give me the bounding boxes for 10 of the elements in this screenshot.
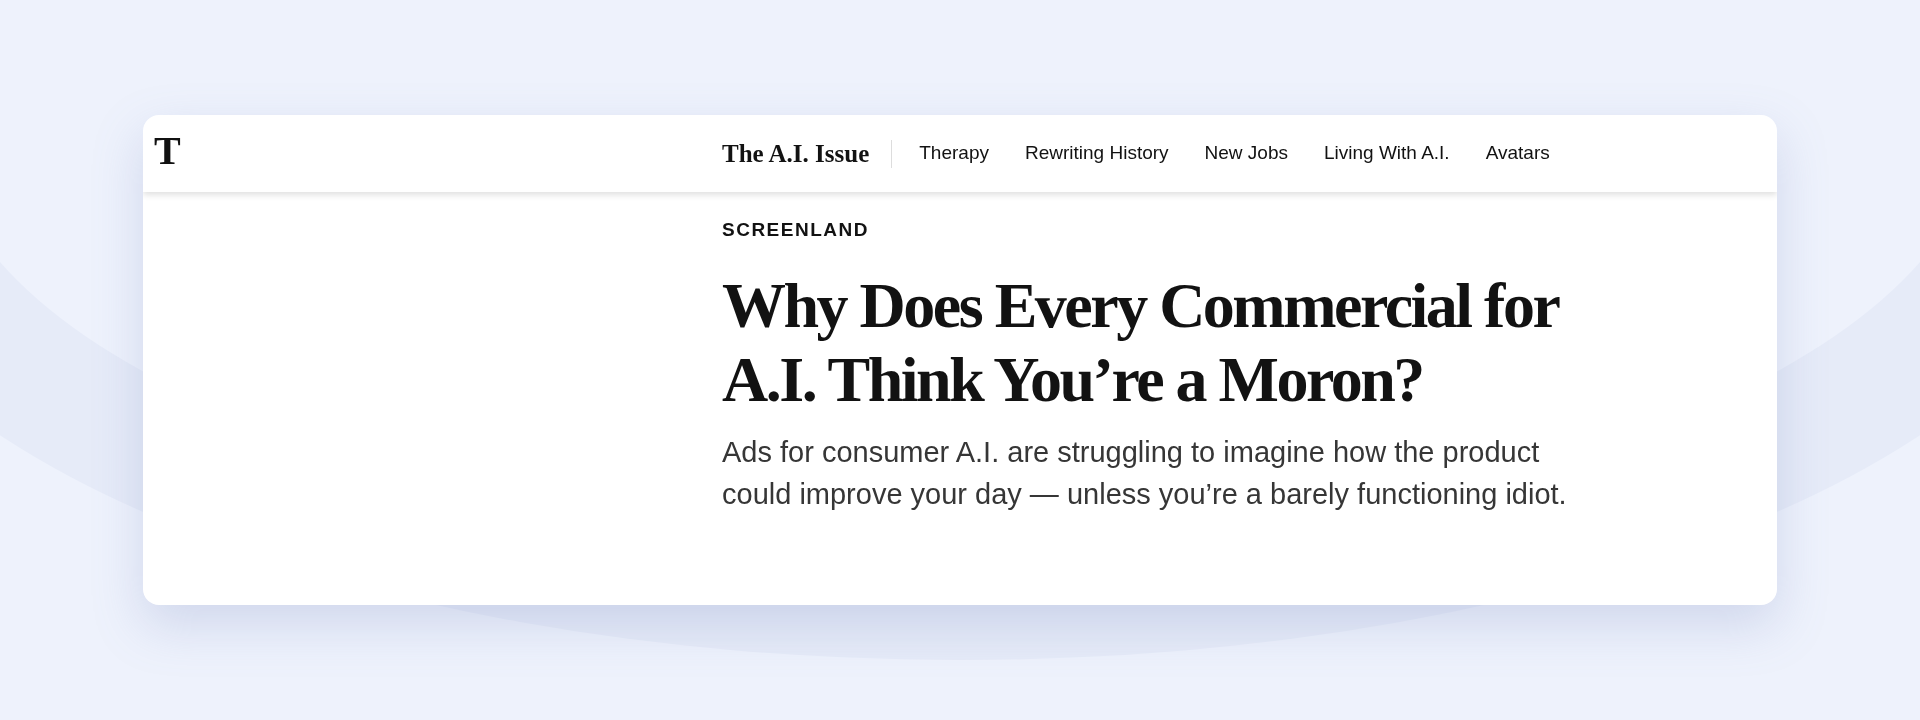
nav-link[interactable]: Therapy [919, 139, 989, 168]
section-title-link[interactable]: The A.I. Issue [722, 134, 892, 173]
article-summary: Ads for consumer A.I. are struggling to imagine how the product could improve your day — unless you’re a barely functioning idiot. [722, 434, 1568, 512]
logo[interactable]: T [154, 129, 181, 173]
nav-link[interactable]: Avatars [1485, 139, 1550, 168]
nav-link[interactable]: Rewriting History [1024, 139, 1169, 168]
nav-link[interactable]: Living With A.I. [1324, 139, 1450, 168]
kicker-label: SCREENLAND [722, 218, 870, 242]
headline: Why Does Every Commercial for A.I. Think You’re a Moron? [722, 268, 1559, 417]
nav-link[interactable]: New Jobs [1204, 139, 1288, 168]
